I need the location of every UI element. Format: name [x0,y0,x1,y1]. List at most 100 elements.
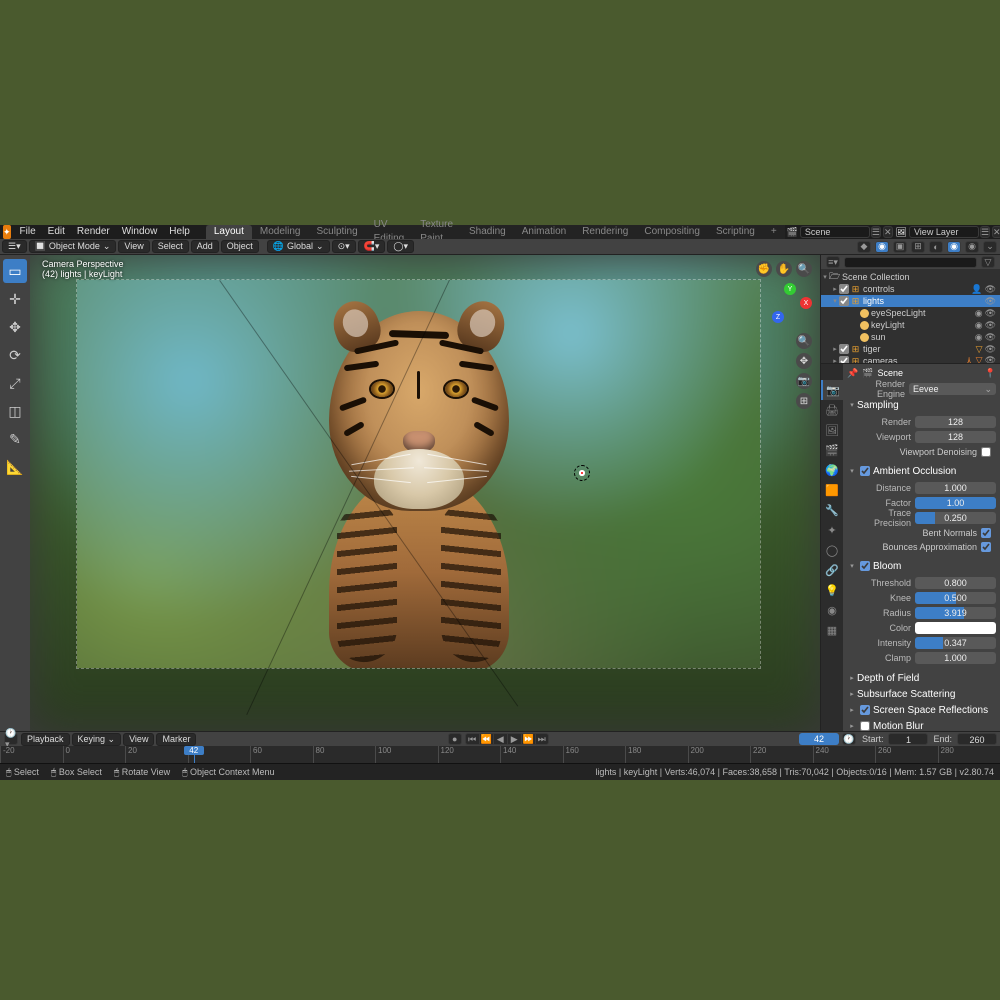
panel-subsurface-scattering[interactable]: ▸Subsurface Scattering [847,686,996,702]
visibility-icon[interactable]: 👁 [985,344,996,355]
bloom-threshold-input[interactable]: 0.800 [915,577,996,589]
bloom-clamp-input[interactable]: 1.000 [915,652,996,664]
menu-file[interactable]: File [14,226,42,237]
outliner-root[interactable]: ▾ 🗁 Scene Collection [821,271,1000,283]
move-gizmo-icon[interactable]: ✥ [796,353,812,369]
pin-icon[interactable]: 📍 [985,368,996,379]
particle-tab-icon[interactable]: ✦ [821,520,843,540]
viewlayer-tab-icon[interactable]: 🖼 [821,420,843,440]
ao-panel[interactable]: ▾Ambient Occlusion [847,463,996,479]
play-icon[interactable]: ▶ [507,733,521,745]
menu-window[interactable]: Window [116,226,164,237]
tab-layout[interactable]: Layout [206,225,252,239]
render-tab-icon[interactable]: 📷 [821,380,843,400]
object-tab-icon[interactable]: 🟧 [821,480,843,500]
visibility-icon[interactable]: 👁 [985,355,996,365]
measure-tool[interactable]: 📐 [3,455,27,479]
physics-tab-icon[interactable]: ◯ [821,540,843,560]
constraint-tab-icon[interactable]: 🔗 [821,560,843,580]
snap-icon[interactable]: 🧲▾ [358,240,386,253]
mode-select[interactable]: 🔲 Object Mode ⌄ [29,240,117,253]
range-lock-icon[interactable]: 🕐 [842,733,856,745]
panel-motion-blur[interactable]: ▸Motion Blur [847,718,996,731]
visibility-icon[interactable]: 👁 [985,332,996,343]
bloom-intensity-slider[interactable]: 0.347 [915,637,996,649]
sampling-panel[interactable]: ▾Sampling [847,397,996,413]
playhead[interactable] [194,746,195,763]
gizmo-visibility-icon[interactable]: ◆ [857,241,871,253]
timeline-menu-keying[interactable]: Keying ⌄ [72,733,122,746]
select-tool[interactable]: ▭ [3,259,27,283]
bloom-radius-slider[interactable]: 3.919 [915,607,996,619]
timeline-menu-playback[interactable]: Playback [21,733,70,746]
rotate-tool[interactable]: ⟳ [3,343,27,367]
outliner-type-icon[interactable]: ≡▾ [826,256,840,268]
timeline-menu-marker[interactable]: Marker [156,733,196,746]
bloom-checkbox[interactable] [860,561,870,571]
pin-icon[interactable]: 📌 [847,368,858,379]
texture-tab-icon[interactable]: ▦ [821,620,843,640]
jump-next-icon[interactable]: ⏩ [521,733,535,745]
annotate-tool[interactable]: ✎ [3,427,27,451]
render-samples-input[interactable]: 128 [915,416,996,428]
outliner-item[interactable]: ▾⊞lights 👁 [821,295,1000,307]
tab-shading[interactable]: Shading [461,225,514,239]
tab-sculpting[interactable]: Sculpting [309,225,366,239]
timeline-type-icon[interactable]: 🕐▾ [4,733,18,745]
jump-start-icon[interactable]: ⏮ [465,733,479,745]
shading-wire-icon[interactable]: ⊞ [911,241,925,253]
shading-matprev-icon[interactable]: ◉ [947,241,961,253]
orientation-select[interactable]: 🌐 Global ⌄ [267,240,330,253]
outliner-item[interactable]: eyeSpecLight◉ 👁 [821,307,1000,319]
overlays-icon[interactable]: ◉ [875,241,889,253]
xray-icon[interactable]: ▣ [893,241,907,253]
bounces-checkbox[interactable] [981,542,991,552]
autokey-icon[interactable]: ● [448,733,462,745]
viewport-menu-view[interactable]: View [118,240,149,253]
tab-animation[interactable]: Animation [514,225,574,239]
jump-prev-icon[interactable]: ⏪ [479,733,493,745]
menu-render[interactable]: Render [71,226,116,237]
viewport-samples-input[interactable]: 128 [915,431,996,443]
play-rev-icon[interactable]: ◀ [493,733,507,745]
add-workspace-icon[interactable]: + [763,225,785,239]
visibility-icon[interactable]: 👁 [985,296,996,307]
scene-new-icon[interactable]: ✕ [883,226,893,238]
viewport-denoise-checkbox[interactable] [981,447,991,457]
zoom-gizmo-icon[interactable]: 🔍 [796,333,812,349]
viewport-menu-object[interactable]: Object [221,240,259,253]
menu-help[interactable]: Help [163,226,196,237]
ortho-gizmo-icon[interactable]: ⊞ [796,393,812,409]
scene-tab-icon[interactable]: 🎬 [821,440,843,460]
data-tab-icon[interactable]: 💡 [821,580,843,600]
transform-tool[interactable]: ◫ [3,399,27,423]
material-tab-icon[interactable]: ◉ [821,600,843,620]
tab-modeling[interactable]: Modeling [252,225,309,239]
visibility-icon[interactable]: 👁 [985,308,996,319]
jump-end-icon[interactable]: ⏭ [535,733,549,745]
outliner-search-input[interactable] [844,257,977,268]
editor-type-icon[interactable]: ☰▾ [2,240,27,253]
pan-icon[interactable]: ✋ [776,261,792,277]
timeline-ruler[interactable]: -200204060801001201401601802002202402602… [0,746,1000,763]
outliner-item[interactable]: ▸⊞tiger▽ 👁 [821,343,1000,355]
ao-factor-slider[interactable]: 1.00 [915,497,996,509]
ao-trace-slider[interactable]: 0.250 [915,512,996,524]
zoom-icon[interactable]: 🔍 [796,261,812,277]
viewport-menu-select[interactable]: Select [152,240,189,253]
outliner-item[interactable]: ▸⊞controls👤 👁 [821,283,1000,295]
visibility-icon[interactable]: 👁 [985,320,996,331]
shading-solid-icon[interactable]: ◐ [929,241,943,253]
3d-viewport[interactable]: Camera Perspective (42) lights | keyLigh… [30,255,820,731]
shading-render-icon[interactable]: ◉ [965,241,979,253]
camera-gizmo-icon[interactable]: 📷 [796,373,812,389]
menu-edit[interactable]: Edit [42,226,71,237]
axis-gizmo[interactable]: YXZ [768,283,812,327]
current-frame-input[interactable]: 42 [799,733,839,745]
ao-checkbox[interactable] [860,466,870,476]
tab-rendering[interactable]: Rendering [574,225,636,239]
modifier-tab-icon[interactable]: 🔧 [821,500,843,520]
tab-compositing[interactable]: Compositing [636,225,708,239]
timeline-menu-view[interactable]: View [123,733,154,746]
scene-browse-icon[interactable]: ☰ [871,226,881,238]
